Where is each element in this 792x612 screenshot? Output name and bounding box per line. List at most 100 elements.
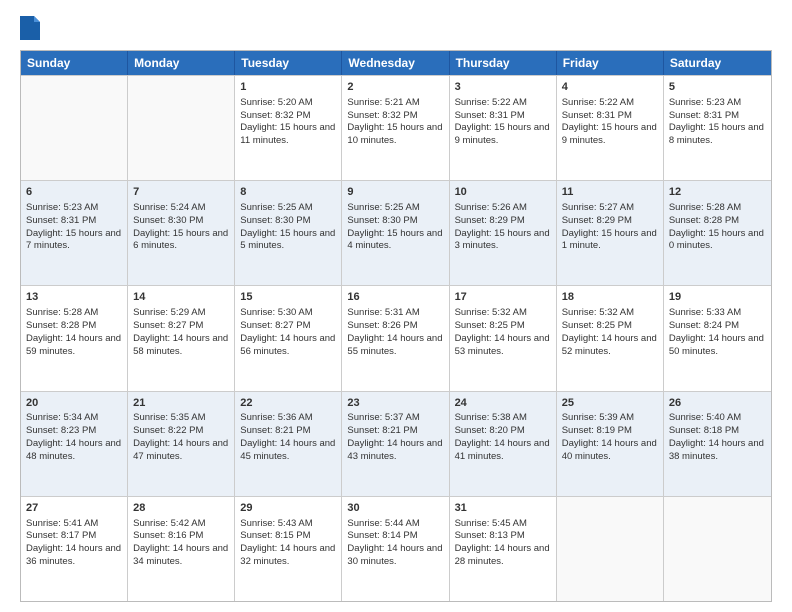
calendar-cell	[21, 76, 128, 180]
calendar-cell: 2Sunrise: 5:21 AMSunset: 8:32 PMDaylight…	[342, 76, 449, 180]
day-number: 17	[455, 290, 551, 305]
calendar-cell: 25Sunrise: 5:39 AMSunset: 8:19 PMDayligh…	[557, 392, 664, 496]
day-info: Sunset: 8:29 PM	[562, 215, 658, 228]
day-info: Sunrise: 5:22 AM	[562, 97, 658, 110]
day-info: Daylight: 14 hours and 28 minutes.	[455, 543, 551, 569]
day-info: Sunrise: 5:44 AM	[347, 518, 443, 531]
day-info: Daylight: 15 hours and 3 minutes.	[455, 228, 551, 254]
day-info: Sunrise: 5:32 AM	[562, 307, 658, 320]
day-info: Sunrise: 5:22 AM	[455, 97, 551, 110]
day-number: 14	[133, 290, 229, 305]
day-number: 6	[26, 185, 122, 200]
day-number: 12	[669, 185, 766, 200]
calendar: SundayMondayTuesdayWednesdayThursdayFrid…	[20, 50, 772, 602]
day-info: Sunrise: 5:28 AM	[669, 202, 766, 215]
day-info: Daylight: 14 hours and 50 minutes.	[669, 333, 766, 359]
day-info: Daylight: 14 hours and 45 minutes.	[240, 438, 336, 464]
day-info: Sunrise: 5:42 AM	[133, 518, 229, 531]
calendar-cell: 8Sunrise: 5:25 AMSunset: 8:30 PMDaylight…	[235, 181, 342, 285]
day-info: Sunset: 8:29 PM	[455, 215, 551, 228]
day-info: Sunrise: 5:33 AM	[669, 307, 766, 320]
calendar-row: 27Sunrise: 5:41 AMSunset: 8:17 PMDayligh…	[21, 496, 771, 601]
day-info: Daylight: 15 hours and 5 minutes.	[240, 228, 336, 254]
day-info: Daylight: 15 hours and 9 minutes.	[562, 122, 658, 148]
day-info: Daylight: 14 hours and 56 minutes.	[240, 333, 336, 359]
calendar-cell: 5Sunrise: 5:23 AMSunset: 8:31 PMDaylight…	[664, 76, 771, 180]
calendar-cell: 13 Sunrise: 5:28 AMSunset: 8:28 PMDayligh…	[21, 286, 128, 390]
day-info: Sunset: 8:31 PM	[669, 110, 766, 123]
day-info: Daylight: 15 hours and 0 minutes.	[669, 228, 766, 254]
calendar-cell: 17Sunrise: 5:32 AMSunset: 8:25 PMDayligh…	[450, 286, 557, 390]
day-info: Daylight: 14 hours and 53 minutes.	[455, 333, 551, 359]
day-info: Sunset: 8:31 PM	[455, 110, 551, 123]
day-info: Sunrise: 5:28 AM	[26, 307, 122, 320]
page: SundayMondayTuesdayWednesdayThursdayFrid…	[0, 0, 792, 612]
day-info: Daylight: 14 hours and 30 minutes.	[347, 543, 443, 569]
day-info: Sunset: 8:21 PM	[240, 425, 336, 438]
day-number: 27	[26, 501, 122, 516]
day-info: Sunset: 8:30 PM	[240, 215, 336, 228]
calendar-cell: 3Sunrise: 5:22 AMSunset: 8:31 PMDaylight…	[450, 76, 557, 180]
day-info: Sunset: 8:15 PM	[240, 530, 336, 543]
day-info: Sunset: 8:27 PM	[240, 320, 336, 333]
calendar-header-cell: Sunday	[21, 51, 128, 75]
day-info: Sunset: 8:14 PM	[347, 530, 443, 543]
day-info: Sunrise: 5:26 AM	[455, 202, 551, 215]
day-info: Sunset: 8:16 PM	[133, 530, 229, 543]
day-info: Sunrise: 5:25 AM	[240, 202, 336, 215]
day-info: Sunset: 8:28 PM	[669, 215, 766, 228]
day-info: Sunset: 8:30 PM	[133, 215, 229, 228]
day-number: 21	[133, 396, 229, 411]
day-number: 13	[26, 290, 122, 305]
day-number: 19	[669, 290, 766, 305]
day-info: Daylight: 14 hours and 59 minutes.	[26, 333, 122, 359]
day-info: Sunset: 8:25 PM	[562, 320, 658, 333]
day-info: Sunrise: 5:37 AM	[347, 412, 443, 425]
calendar-row: 20Sunrise: 5:34 AMSunset: 8:23 PMDayligh…	[21, 391, 771, 496]
day-info: Sunset: 8:28 PM	[26, 320, 122, 333]
day-info: Sunset: 8:18 PM	[669, 425, 766, 438]
day-info: Sunset: 8:17 PM	[26, 530, 122, 543]
day-info: Daylight: 15 hours and 8 minutes.	[669, 122, 766, 148]
day-info: Daylight: 14 hours and 48 minutes.	[26, 438, 122, 464]
calendar-cell: 6Sunrise: 5:23 AMSunset: 8:31 PMDaylight…	[21, 181, 128, 285]
day-number: 31	[455, 501, 551, 516]
calendar-cell: 28Sunrise: 5:42 AMSunset: 8:16 PMDayligh…	[128, 497, 235, 601]
day-number: 18	[562, 290, 658, 305]
day-number: 23	[347, 396, 443, 411]
day-info: Daylight: 14 hours and 40 minutes.	[562, 438, 658, 464]
logo	[20, 16, 44, 40]
day-info: Daylight: 14 hours and 43 minutes.	[347, 438, 443, 464]
day-number: 20	[26, 396, 122, 411]
day-number: 29	[240, 501, 336, 516]
day-info: Sunset: 8:30 PM	[347, 215, 443, 228]
calendar-cell: 31Sunrise: 5:45 AMSunset: 8:13 PMDayligh…	[450, 497, 557, 601]
header	[20, 16, 772, 40]
calendar-cell: 23Sunrise: 5:37 AMSunset: 8:21 PMDayligh…	[342, 392, 449, 496]
day-info: Sunrise: 5:38 AM	[455, 412, 551, 425]
logo-icon	[20, 16, 40, 40]
calendar-cell: 4Sunrise: 5:22 AMSunset: 8:31 PMDaylight…	[557, 76, 664, 180]
day-info: Daylight: 15 hours and 10 minutes.	[347, 122, 443, 148]
calendar-cell: 7Sunrise: 5:24 AMSunset: 8:30 PMDaylight…	[128, 181, 235, 285]
calendar-cell	[664, 497, 771, 601]
calendar-cell: 1Sunrise: 5:20 AMSunset: 8:32 PMDaylight…	[235, 76, 342, 180]
day-info: Sunrise: 5:24 AM	[133, 202, 229, 215]
calendar-cell: 26Sunrise: 5:40 AMSunset: 8:18 PMDayligh…	[664, 392, 771, 496]
day-info: Daylight: 14 hours and 41 minutes.	[455, 438, 551, 464]
day-info: Daylight: 15 hours and 9 minutes.	[455, 122, 551, 148]
calendar-cell: 12 Sunrise: 5:28 AMSunset: 8:28 PMDayligh…	[664, 181, 771, 285]
day-number: 16	[347, 290, 443, 305]
calendar-cell: 9Sunrise: 5:25 AMSunset: 8:30 PMDaylight…	[342, 181, 449, 285]
calendar-header-cell: Wednesday	[342, 51, 449, 75]
day-number: 15	[240, 290, 336, 305]
day-info: Daylight: 14 hours and 47 minutes.	[133, 438, 229, 464]
day-info: Sunrise: 5:32 AM	[455, 307, 551, 320]
day-info: Sunrise: 5:31 AM	[347, 307, 443, 320]
day-info: Daylight: 14 hours and 55 minutes.	[347, 333, 443, 359]
calendar-header-cell: Friday	[557, 51, 664, 75]
day-number: 30	[347, 501, 443, 516]
calendar-cell: 30 Sunrise: 5:44 AMSunset: 8:14 PMDayligh…	[342, 497, 449, 601]
day-info: Sunrise: 5:25 AM	[347, 202, 443, 215]
calendar-cell: 16Sunrise: 5:31 AMSunset: 8:26 PMDayligh…	[342, 286, 449, 390]
